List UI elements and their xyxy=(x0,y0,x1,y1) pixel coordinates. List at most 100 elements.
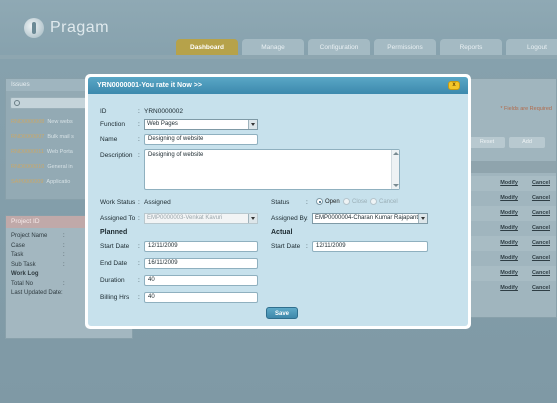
actual-start-date-label: Start Date xyxy=(271,243,301,250)
add-button[interactable]: Add xyxy=(509,137,545,148)
radio-dot xyxy=(370,198,377,205)
field-label: Last Updated Date: xyxy=(11,290,63,296)
status-radio-close[interactable]: Close xyxy=(343,198,367,205)
field-value: : xyxy=(63,233,65,239)
cancel-link[interactable]: Cancel xyxy=(532,236,550,251)
id-colon: : xyxy=(138,108,140,115)
end-date-colon: : xyxy=(138,260,140,267)
name-colon: : xyxy=(138,136,140,143)
assigned-by-value: EMP0000004-Charan Kumar Rajapanti xyxy=(315,215,420,221)
issues-search-input[interactable] xyxy=(10,97,92,109)
status-label: Status xyxy=(271,199,290,206)
modify-link[interactable]: Modify xyxy=(500,236,518,251)
cancel-link[interactable]: Cancel xyxy=(532,281,550,296)
modify-link[interactable]: Modify xyxy=(500,191,518,206)
issue-item[interactable]: SAP0000009 Applicatio xyxy=(6,175,96,190)
assigned-by-label: Assigned By xyxy=(271,215,308,222)
cancel-link[interactable]: Cancel xyxy=(532,266,550,281)
assigned-to-select[interactable]: EMP0000003-Venkat Kavuri xyxy=(144,213,258,224)
search-icon xyxy=(14,100,20,106)
issue-item[interactable]: RND0000011 Web Porta xyxy=(6,145,96,160)
issue-id: SAP0000009 xyxy=(11,179,44,185)
issue-item[interactable]: RND0000010 General in xyxy=(6,160,96,175)
modify-link[interactable]: Modify xyxy=(500,206,518,221)
modify-link[interactable]: Modify xyxy=(500,266,518,281)
field-label: Sub Task xyxy=(11,261,36,268)
tab-manage[interactable]: Manage xyxy=(242,39,304,55)
task-list-header xyxy=(467,161,556,173)
tab-logout[interactable]: Logout xyxy=(506,39,557,55)
field-value: : xyxy=(63,242,65,249)
planned-start-date-input[interactable]: 12/11/2009 xyxy=(144,241,258,252)
description-scrollbar[interactable] xyxy=(391,150,399,189)
task-list-panel: * Fields are Required Reset Add Modify Ca… xyxy=(466,78,557,318)
cancel-link[interactable]: Cancel xyxy=(532,191,550,206)
issues-panel: Issues RND0000008 New webs RND0000007 Bulk… xyxy=(5,78,97,200)
description-text: Designing of website xyxy=(148,152,204,158)
status-option-label: Cancel xyxy=(379,198,398,205)
status-radio-cancel[interactable]: Cancel xyxy=(370,198,398,205)
task-row: Modify Cancel xyxy=(467,206,556,221)
issue-item[interactable]: RND0000007 Bulk mail s xyxy=(6,130,96,145)
description-colon: : xyxy=(138,152,140,159)
function-select[interactable]: Web Pages xyxy=(144,119,258,130)
issues-panel-title: Issues xyxy=(6,79,96,91)
issue-id: RND0000008 xyxy=(11,119,45,125)
tab-dashboard[interactable]: Dashboard xyxy=(176,39,238,55)
issue-desc: New webs xyxy=(47,119,73,125)
task-row: Modify Cancel xyxy=(467,281,556,296)
end-date-input[interactable]: 16/11/2009 xyxy=(144,258,258,269)
id-value: YRN0000002 xyxy=(144,108,184,115)
tab-permissions[interactable]: Permissions xyxy=(374,39,436,55)
billing-hrs-input[interactable]: 40 xyxy=(144,292,258,303)
main-nav: Dashboard Manage Configuration Permissio… xyxy=(176,39,557,55)
nav-divider xyxy=(0,55,557,59)
assigned-to-label: Assigned To xyxy=(100,215,136,222)
work-status-value: Assigned xyxy=(144,199,171,206)
name-input[interactable]: Designing of website xyxy=(144,134,258,145)
tab-reports[interactable]: Reports xyxy=(440,39,502,55)
field-value: : xyxy=(63,261,65,268)
issue-item[interactable]: RND0000008 New webs xyxy=(6,115,96,130)
dialog-title: YRN0000001-You rate it Now >> xyxy=(88,77,468,94)
status-option-label: Open xyxy=(325,198,340,205)
modify-link[interactable]: Modify xyxy=(500,221,518,236)
planned-start-date-label: Start Date xyxy=(100,243,130,250)
modify-link[interactable]: Modify xyxy=(500,281,518,296)
name-label: Name xyxy=(100,136,118,143)
assigned-to-value: EMP0000003-Venkat Kavuri xyxy=(147,215,223,221)
work-status-colon: : xyxy=(138,199,140,206)
status-colon: : xyxy=(306,199,308,206)
actual-start-colon: : xyxy=(306,243,308,250)
actual-start-date-input[interactable]: 12/11/2009 xyxy=(312,241,428,252)
scroll-down-icon[interactable] xyxy=(393,184,399,187)
reset-button[interactable]: Reset xyxy=(469,137,505,148)
id-label: ID xyxy=(100,108,107,115)
issue-id: RND0000010 xyxy=(11,164,45,170)
rate-dialog: YRN0000001-You rate it Now >> x ID : YRN… xyxy=(85,74,471,329)
status-radio-open[interactable]: Open xyxy=(316,198,340,205)
task-row: Modify Cancel xyxy=(467,251,556,266)
assigned-by-select[interactable]: EMP0000004-Charan Kumar Rajapanti xyxy=(312,213,428,224)
cancel-link[interactable]: Cancel xyxy=(532,206,550,221)
modify-link[interactable]: Modify xyxy=(500,176,518,191)
field-label: Total No xyxy=(11,280,34,287)
assigned-by-colon: : xyxy=(306,215,308,222)
duration-input[interactable]: 40 xyxy=(144,275,258,286)
description-textarea[interactable]: Designing of website xyxy=(144,149,400,190)
tab-configuration[interactable]: Configuration xyxy=(308,39,370,55)
field-label: Work Log xyxy=(11,271,39,277)
duration-label: Duration xyxy=(100,277,125,284)
close-button[interactable]: x xyxy=(448,81,460,90)
cancel-link[interactable]: Cancel xyxy=(532,176,550,191)
function-select-value: Web Pages xyxy=(147,121,178,127)
save-button[interactable]: Save xyxy=(266,307,298,319)
task-row: Modify Cancel xyxy=(467,191,556,206)
cancel-link[interactable]: Cancel xyxy=(532,251,550,266)
description-label: Description xyxy=(100,152,133,159)
scroll-up-icon[interactable] xyxy=(393,152,399,155)
modify-link[interactable]: Modify xyxy=(500,251,518,266)
cancel-link[interactable]: Cancel xyxy=(532,221,550,236)
function-label: Function xyxy=(100,121,125,128)
planned-heading: Planned xyxy=(100,229,128,236)
